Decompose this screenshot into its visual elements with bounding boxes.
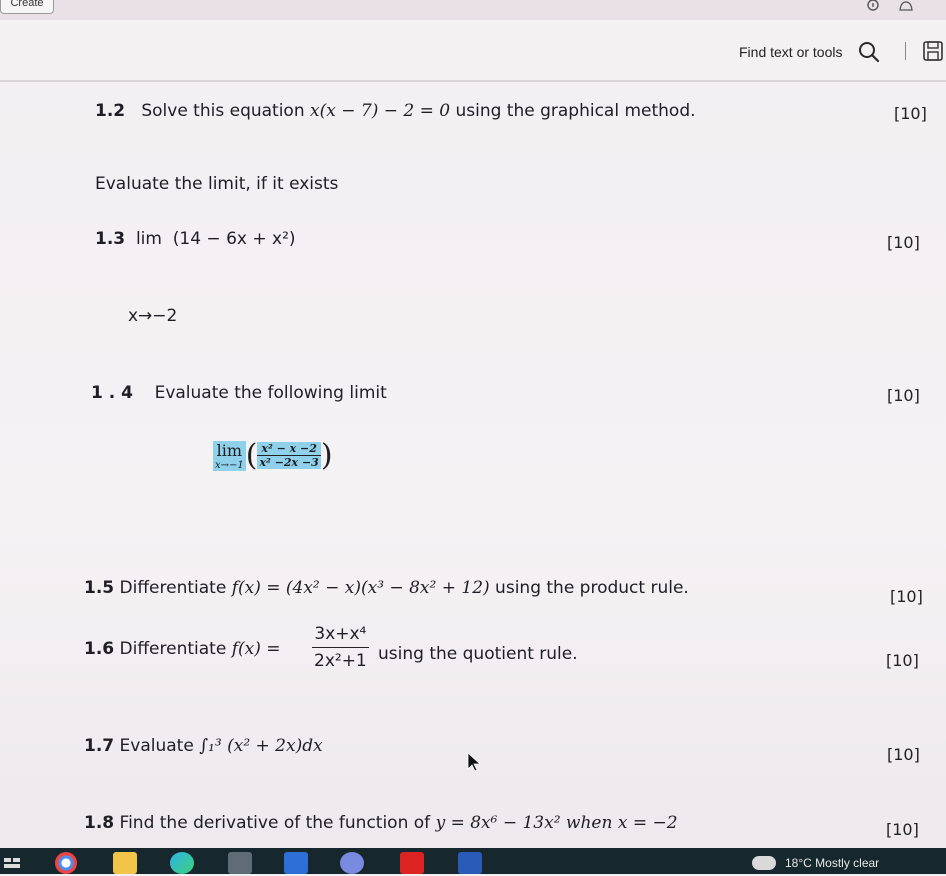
limit-subscript: x→−2 xyxy=(128,306,178,326)
question-number: 1 . 4 xyxy=(91,383,133,403)
limit-fraction: x² − x −2 x² −2x −3 xyxy=(257,442,321,469)
question-text: Find the derivative of the function of xyxy=(119,813,436,833)
cursor-arrow-icon xyxy=(466,752,482,776)
function-expression: y = 8x⁶ − 13x² when x = −2 xyxy=(435,813,678,833)
marks-1-3: [10] xyxy=(887,233,920,252)
question-1-3: 1.3 lim (14 − 6x + x²) xyxy=(95,229,296,249)
search-icon[interactable] xyxy=(857,40,881,64)
marks-1-5: [10] xyxy=(890,587,923,606)
marks-1-4: [10] xyxy=(887,386,920,405)
integral-expression: ∫₁³ (x² + 2x)dx xyxy=(199,736,323,756)
limit-expression: (14 − 6x + x²) xyxy=(172,229,296,249)
question-number: 1.6 xyxy=(84,639,115,659)
question-text: Differentiate xyxy=(119,639,232,659)
right-paren: ) xyxy=(320,438,333,473)
function-expression: f(x) = (4x² − x)(x³ − 8x² + 12) xyxy=(231,578,490,598)
question-text: Evaluate the following limit xyxy=(154,383,387,403)
weather-text[interactable]: 18°C Mostly clear xyxy=(785,856,879,870)
question-text: using the quotient rule. xyxy=(378,644,578,664)
question-1-5: 1.5 Differentiate f(x) = (4x² − x)(x³ − … xyxy=(84,578,689,598)
find-text-tools-label[interactable]: Find text or tools xyxy=(739,44,843,60)
section-title: Evaluate the limit, if it exists xyxy=(95,174,339,194)
question-text: Solve this equation xyxy=(141,101,311,121)
question-text: using the graphical method. xyxy=(450,101,696,121)
question-1-2: 1.2 Solve this equation x(x − 7) − 2 = 0… xyxy=(95,101,696,121)
limit-word: lim xyxy=(135,229,162,249)
create-button[interactable]: Create xyxy=(0,0,54,14)
function-lhs: f(x) = xyxy=(231,639,281,659)
fraction-denominator: 2x²+1 xyxy=(314,651,367,671)
question-1-7: 1.7 Evaluate ∫₁³ (x² + 2x)dx xyxy=(84,736,323,756)
question-number: 1.5 xyxy=(84,578,115,598)
marks-1-6: [10] xyxy=(886,651,919,670)
question-number: 1.3 xyxy=(95,229,126,249)
weather-icon[interactable] xyxy=(752,856,776,870)
question-number: 1.8 xyxy=(84,813,115,833)
question-text: Differentiate xyxy=(119,578,232,598)
window-top-strip xyxy=(0,0,946,20)
edge-icon[interactable] xyxy=(170,852,194,874)
fraction-numerator: 3x+x⁴ xyxy=(312,624,369,648)
marks-1-7: [10] xyxy=(887,745,920,764)
pin-icon[interactable] xyxy=(863,0,883,14)
mail-icon[interactable] xyxy=(284,852,308,874)
marks-1-2: [10] xyxy=(894,104,927,123)
bell-icon[interactable] xyxy=(896,0,916,14)
save-icon[interactable] xyxy=(922,40,944,62)
equation: x(x − 7) − 2 = 0 xyxy=(310,101,451,121)
question-number: 1.2 xyxy=(95,101,126,121)
limit-formula-highlighted[interactable]: lim x→−1 ( x² − x −2 x² −2x −3 ) xyxy=(213,438,333,473)
acrobat-icon[interactable] xyxy=(400,852,424,874)
word-icon[interactable] xyxy=(458,852,482,874)
toolbar-divider xyxy=(905,42,906,60)
left-paren: ( xyxy=(245,438,258,473)
task-view-icon[interactable] xyxy=(2,852,26,874)
quotient-fraction: 3x+x⁴ 2x²+1 xyxy=(312,624,369,671)
teams-icon[interactable] xyxy=(340,852,364,874)
marks-1-8: [10] xyxy=(886,820,919,839)
limit-subscript: x→−1 xyxy=(215,459,244,471)
question-1-8: 1.8 Find the derivative of the function … xyxy=(84,813,678,833)
question-1-6: 1.6 Differentiate f(x) = xyxy=(84,639,281,659)
chrome-icon[interactable] xyxy=(55,852,77,874)
question-text: Evaluate xyxy=(119,736,200,756)
fraction-numerator: x² − x −2 xyxy=(257,442,321,456)
file-explorer-icon[interactable] xyxy=(113,852,137,874)
fraction-denominator: x² −2x −3 xyxy=(259,456,319,469)
question-text: using the product rule. xyxy=(489,578,689,598)
store-icon[interactable] xyxy=(228,852,252,874)
question-number: 1.7 xyxy=(84,736,115,756)
question-1-4: 1 . 4 Evaluate the following limit xyxy=(91,383,387,403)
limit-word: lim xyxy=(216,440,243,460)
